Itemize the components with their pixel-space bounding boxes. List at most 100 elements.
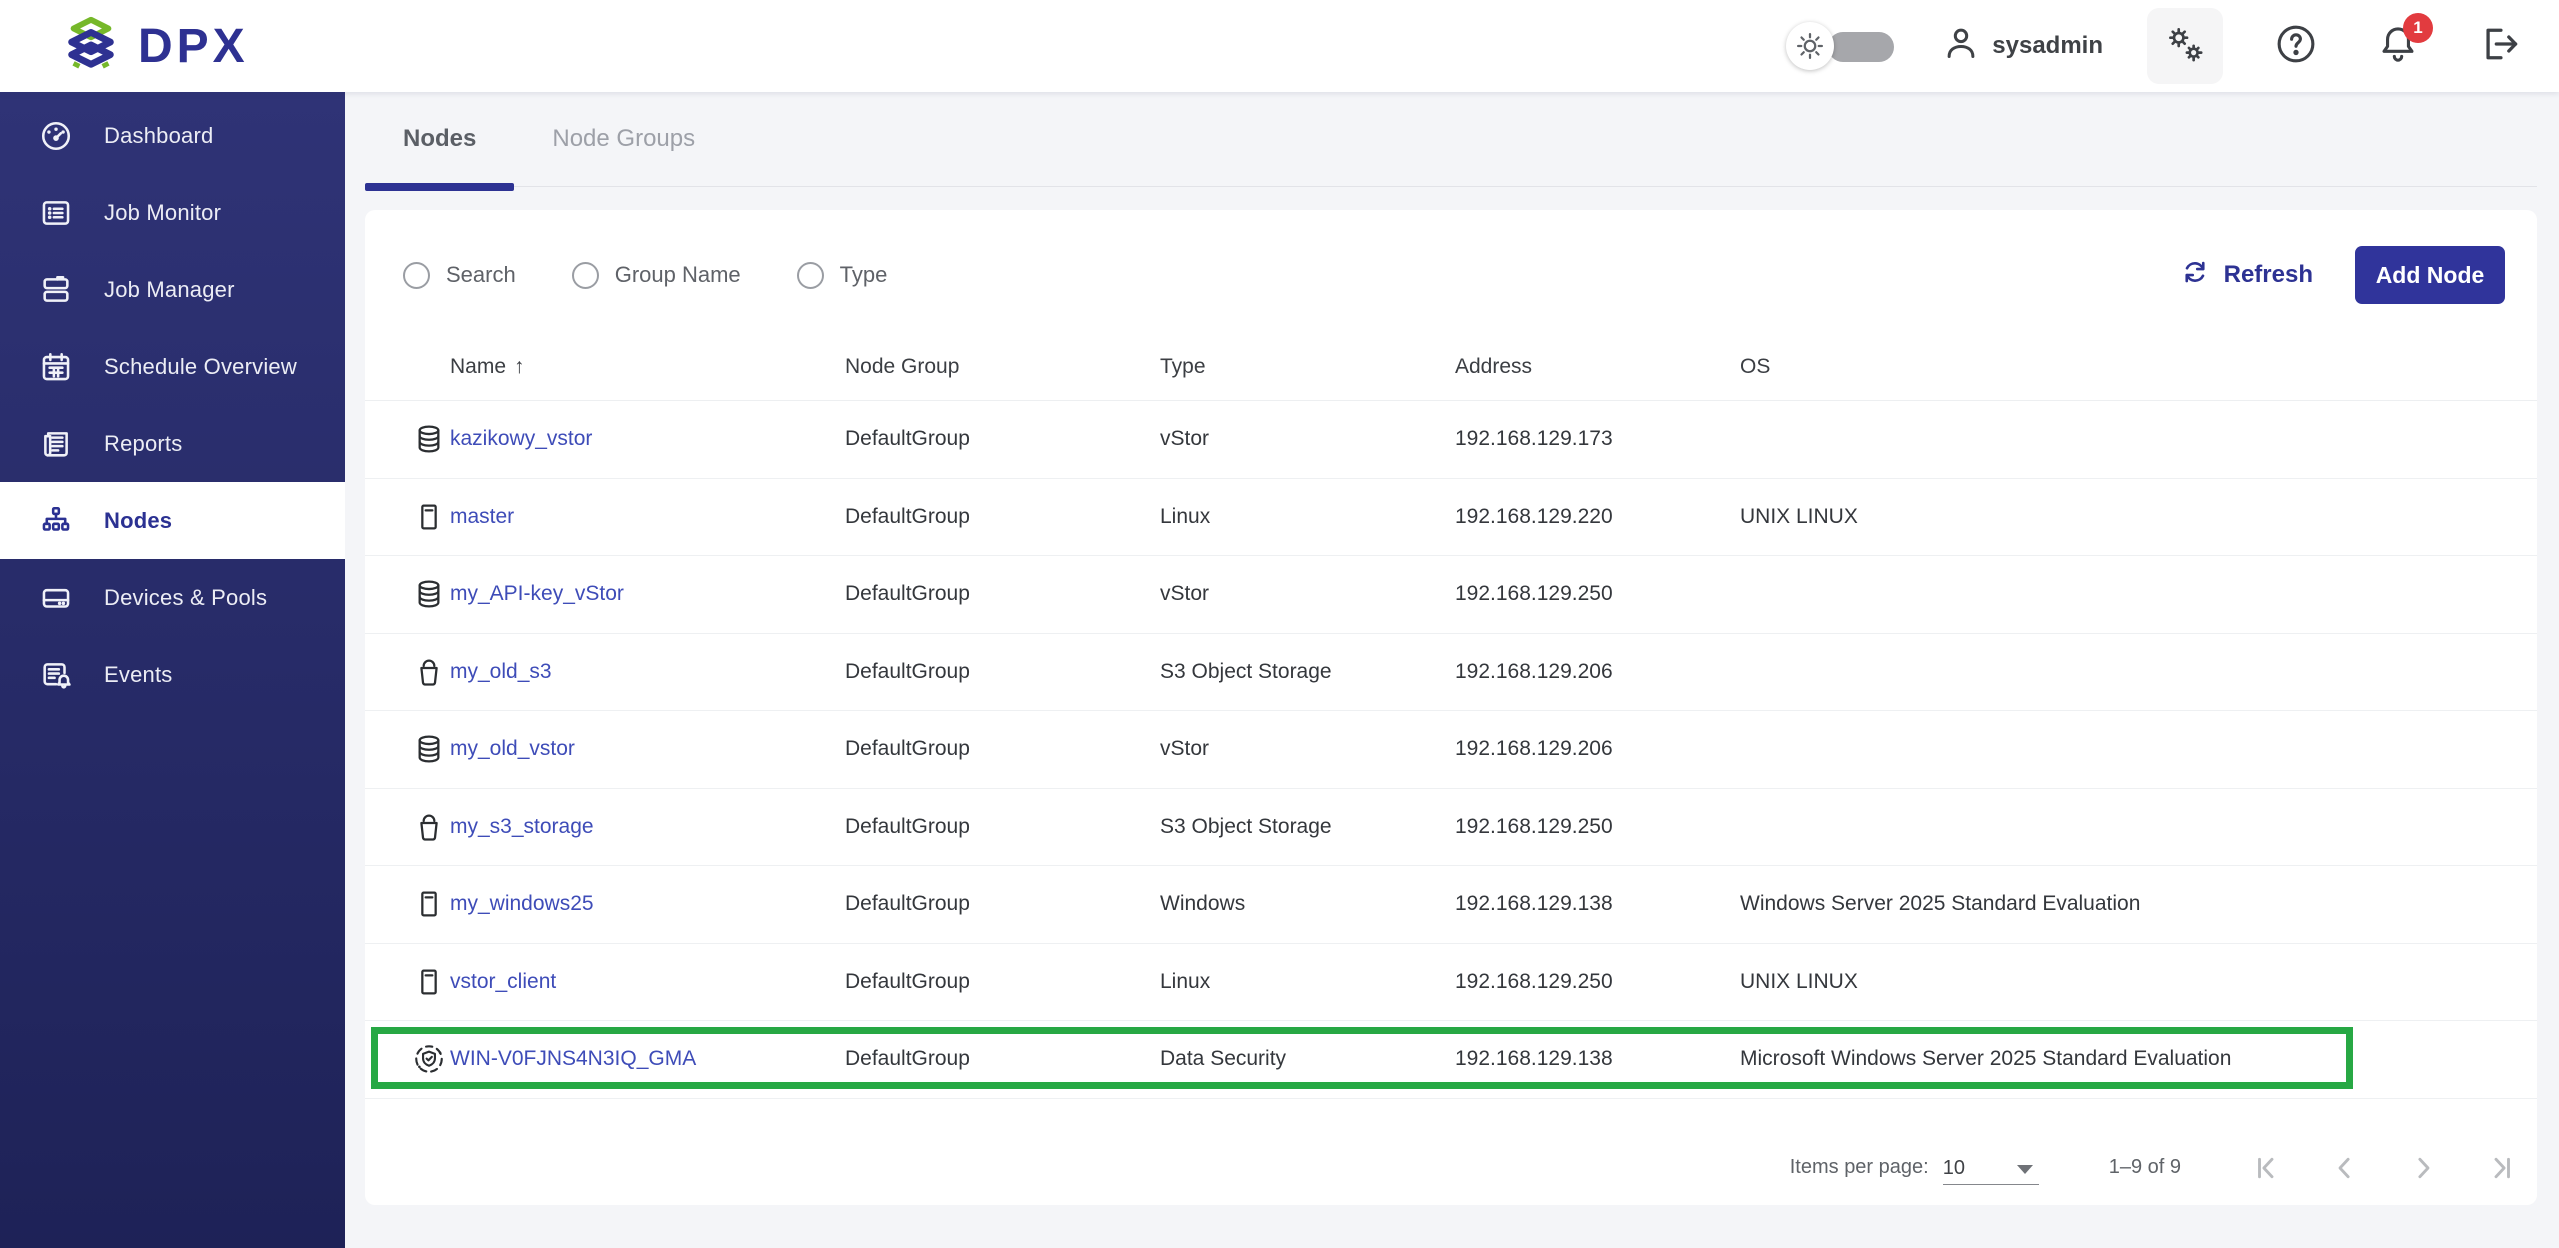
- node-type-cell: Linux: [1160, 970, 1455, 994]
- filter-radio-search[interactable]: Search: [403, 262, 516, 289]
- node-name-link[interactable]: vstor_client: [450, 970, 556, 993]
- help-icon: [2274, 22, 2318, 71]
- items-per-page-select[interactable]: 10: [1943, 1151, 2039, 1185]
- filter-radio-group-name[interactable]: Group Name: [572, 262, 741, 289]
- table-row-win-v0fjns4n3iq-gma: WIN-V0FJNS4N3IQ_GMA DefaultGroup Data Se…: [365, 1021, 2537, 1099]
- column-header-node-group[interactable]: Node Group: [845, 355, 1160, 379]
- notification-badge: 1: [2403, 13, 2433, 43]
- node-type-cell: vStor: [1160, 737, 1455, 761]
- node-name-link[interactable]: my_windows25: [450, 892, 594, 915]
- pagination-bar: Items per page: 10 1–9 of 9: [365, 1130, 2537, 1205]
- node-group-cell: DefaultGroup: [845, 1047, 1160, 1071]
- reports-icon: [38, 426, 74, 462]
- app-logo: DPX: [0, 13, 249, 80]
- node-os-cell: Microsoft Windows Server 2025 Standard E…: [1740, 1047, 2537, 1071]
- sidebar-item-reports[interactable]: Reports: [0, 405, 345, 482]
- node-group-cell: DefaultGroup: [845, 582, 1160, 606]
- events-icon: [38, 657, 74, 693]
- radio-circle-icon: [403, 262, 430, 289]
- table-row-my-api-key-vstor: my_API-key_vStor DefaultGroup vStor 192.…: [365, 556, 2537, 634]
- user-menu[interactable]: sysadmin: [1942, 24, 2103, 69]
- table-row-master: master DefaultGroup Linux 192.168.129.22…: [365, 479, 2537, 557]
- table-row-my-old-vstor: my_old_vstor DefaultGroup vStor 192.168.…: [365, 711, 2537, 789]
- node-name-cell: vstor_client: [450, 970, 845, 994]
- sidebar-item-job-monitor[interactable]: Job Monitor: [0, 174, 345, 251]
- caret-down-icon: [2017, 1165, 2033, 1174]
- node-name-link[interactable]: WIN-V0FJNS4N3IQ_GMA: [450, 1047, 696, 1070]
- shield-orbit-icon: [412, 1042, 446, 1076]
- column-header-address[interactable]: Address: [1455, 355, 1740, 379]
- refresh-icon: [2180, 257, 2210, 294]
- dashboard-icon: [38, 118, 74, 154]
- refresh-button[interactable]: Refresh: [2180, 257, 2313, 294]
- file-icon: [412, 887, 446, 921]
- table-row-kazikowy-vstor: kazikowy_vstor DefaultGroup vStor 192.16…: [365, 401, 2537, 479]
- tab-bar: Nodes Node Groups: [365, 92, 2537, 187]
- toggle-track: [1828, 32, 1894, 62]
- column-header-os[interactable]: OS: [1740, 355, 2537, 379]
- system-settings-button[interactable]: [2147, 8, 2223, 84]
- filter-radio-group: Search Group Name Type: [365, 262, 887, 289]
- notifications-button[interactable]: 1: [2369, 17, 2427, 75]
- add-node-button[interactable]: Add Node: [2355, 246, 2505, 304]
- node-name-cell: my_windows25: [450, 892, 845, 916]
- node-os-cell: UNIX LINUX: [1740, 505, 2537, 529]
- node-name-link[interactable]: my_old_vstor: [450, 737, 575, 760]
- sidebar-item-devices-pools[interactable]: Devices & Pools: [0, 559, 345, 636]
- logout-icon: [2478, 22, 2522, 71]
- column-header-type[interactable]: Type: [1160, 355, 1455, 379]
- last-page-button[interactable]: [2479, 1146, 2523, 1190]
- first-page-button[interactable]: [2245, 1146, 2289, 1190]
- node-name-cell: kazikowy_vstor: [450, 427, 845, 451]
- sidebar-item-events[interactable]: Events: [0, 636, 345, 713]
- table-row-my-s3-storage: my_s3_storage DefaultGroup S3 Object Sto…: [365, 789, 2537, 867]
- brand-name: DPX: [138, 19, 249, 74]
- column-header-name[interactable]: Name ↑: [450, 355, 845, 379]
- node-address-cell: 192.168.129.250: [1455, 582, 1740, 606]
- page-range-label: 1–9 of 9: [2109, 1156, 2181, 1179]
- node-name-link[interactable]: my_old_s3: [450, 660, 552, 683]
- sidebar-item-nodes[interactable]: Nodes: [0, 482, 345, 559]
- file-icon: [412, 500, 446, 534]
- logout-button[interactable]: [2471, 17, 2529, 75]
- sidebar-item-dashboard[interactable]: Dashboard: [0, 97, 345, 174]
- database-icon: [412, 422, 446, 456]
- database-icon: [412, 577, 446, 611]
- node-address-cell: 192.168.129.250: [1455, 970, 1740, 994]
- node-type-cell: Linux: [1160, 505, 1455, 529]
- node-name-cell: my_API-key_vStor: [450, 582, 845, 606]
- previous-page-button[interactable]: [2323, 1146, 2367, 1190]
- bucket-icon: [412, 655, 446, 689]
- sun-icon: [1786, 22, 1834, 70]
- node-os-cell: Windows Server 2025 Standard Evaluation: [1740, 892, 2537, 916]
- theme-toggle[interactable]: [1786, 22, 1898, 70]
- node-name-cell: my_s3_storage: [450, 815, 845, 839]
- top-header: DPX: [0, 0, 2559, 92]
- help-button[interactable]: [2267, 17, 2325, 75]
- sidebar-nav: Dashboard Job Monitor Job Manager Schedu…: [0, 92, 345, 1248]
- filter-radio-type[interactable]: Type: [797, 262, 888, 289]
- sidebar-item-job-manager[interactable]: Job Manager: [0, 251, 345, 328]
- node-name-link[interactable]: kazikowy_vstor: [450, 427, 592, 450]
- sidebar-item-schedule-overview[interactable]: Schedule Overview: [0, 328, 345, 405]
- next-page-button[interactable]: [2401, 1146, 2445, 1190]
- node-name-cell: my_old_vstor: [450, 737, 845, 761]
- node-type-cell: Data Security: [1160, 1047, 1455, 1071]
- nodes-panel: Search Group Name Type Refre: [365, 210, 2537, 1205]
- gears-icon: [2163, 22, 2207, 71]
- tab-node-groups[interactable]: Node Groups: [514, 92, 733, 187]
- schedule-icon: [38, 349, 74, 385]
- radio-circle-icon: [797, 262, 824, 289]
- tab-nodes[interactable]: Nodes: [365, 92, 514, 187]
- node-group-cell: DefaultGroup: [845, 815, 1160, 839]
- job-monitor-icon: [38, 195, 74, 231]
- node-name-cell: my_old_s3: [450, 660, 845, 684]
- file-icon: [412, 965, 446, 999]
- node-name-link[interactable]: my_s3_storage: [450, 815, 594, 838]
- node-type-cell: Windows: [1160, 892, 1455, 916]
- node-name-cell: WIN-V0FJNS4N3IQ_GMA: [450, 1047, 845, 1071]
- node-name-link[interactable]: master: [450, 505, 514, 528]
- node-name-link[interactable]: my_API-key_vStor: [450, 582, 624, 605]
- bucket-icon: [412, 810, 446, 844]
- username: sysadmin: [1992, 32, 2103, 60]
